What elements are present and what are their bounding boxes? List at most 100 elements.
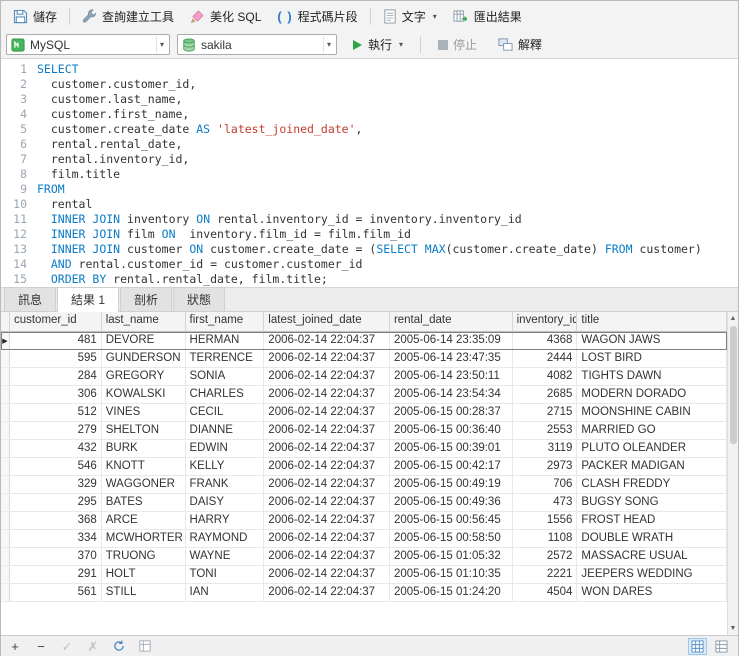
table-cell[interactable]: 370 — [10, 548, 102, 566]
table-cell[interactable]: 2006-02-14 22:04:37 — [264, 476, 390, 494]
table-cell[interactable]: PACKER MADIGAN — [577, 458, 727, 476]
sql-editor[interactable]: 1 2 3 4 5 6 7 8 9 10 11 12 13 14 15 SELECT customer.cu… — [1, 59, 738, 288]
table-cell[interactable]: 2553 — [512, 422, 578, 440]
column-header[interactable]: customer_id — [9, 312, 102, 332]
table-row[interactable]: ▶ 481 DEVORE HERMAN 2006-02-14 22:04:37 2005-… — [1, 332, 727, 350]
table-cell[interactable]: 2006-02-14 22:04:37 — [264, 350, 390, 368]
table-cell[interactable]: MODERN DORADO — [577, 386, 727, 404]
table-cell[interactable]: 473 — [512, 494, 578, 512]
table-cell[interactable]: 2006-02-14 22:04:37 — [264, 494, 390, 512]
table-cell[interactable]: 2006-02-14 22:04:37 — [264, 404, 390, 422]
table-cell[interactable]: 2006-02-14 22:04:37 — [264, 368, 390, 386]
beautify-sql-button[interactable]: 美化 SQL — [183, 5, 268, 28]
column-header[interactable]: title — [577, 312, 727, 332]
table-row[interactable]: 279 SHELTON DIANNE 2006-02-14 22:04:37 2005-… — [1, 422, 727, 440]
table-cell[interactable]: 512 — [10, 404, 102, 422]
table-cell[interactable]: MASSACRE USUAL — [577, 548, 727, 566]
table-cell[interactable]: 2444 — [512, 350, 578, 368]
table-cell[interactable]: 2005-06-14 23:35:09 — [389, 332, 513, 350]
export-result-button[interactable]: 匯出結果 — [446, 5, 529, 28]
table-cell[interactable]: STILL — [101, 584, 186, 602]
table-cell[interactable]: 279 — [10, 422, 102, 440]
table-cell[interactable]: 2006-02-14 22:04:37 — [264, 332, 390, 350]
table-cell[interactable]: 2221 — [512, 566, 578, 584]
stop-button[interactable]: 停止 — [431, 33, 484, 56]
table-cell[interactable]: DEVORE — [101, 332, 186, 350]
table-cell[interactable]: 4082 — [512, 368, 578, 386]
table-cell[interactable]: CECIL — [185, 404, 265, 422]
table-cell[interactable]: 2006-02-14 22:04:37 — [264, 530, 390, 548]
table-cell[interactable]: 595 — [10, 350, 102, 368]
column-header[interactable]: latest_joined_date — [264, 312, 390, 332]
table-cell[interactable]: 2006-02-14 22:04:37 — [264, 386, 390, 404]
table-cell[interactable]: 432 — [10, 440, 102, 458]
table-row[interactable]: 370 TRUONG WAYNE 2006-02-14 22:04:37 2005-06… — [1, 548, 727, 566]
table-cell[interactable]: VINES — [101, 404, 186, 422]
table-row[interactable]: 329 WAGGONER FRANK 2006-02-14 22:04:37 2005-… — [1, 476, 727, 494]
table-cell[interactable]: GREGORY — [101, 368, 186, 386]
table-row[interactable]: 306 KOWALSKI CHARLES 2006-02-14 22:04:37 200… — [1, 386, 727, 404]
table-cell[interactable]: 2005-06-15 00:56:45 — [389, 512, 513, 530]
table-cell[interactable]: LOST BIRD — [577, 350, 727, 368]
table-cell[interactable]: BUGSY SONG — [577, 494, 727, 512]
table-cell[interactable]: 2005-06-15 00:28:37 — [389, 404, 513, 422]
table-cell[interactable]: 2006-02-14 22:04:37 — [264, 566, 390, 584]
table-cell[interactable]: 1108 — [512, 530, 578, 548]
tab-result-1[interactable]: 結果 1 — [57, 287, 120, 312]
table-cell[interactable]: MARRIED GO — [577, 422, 727, 440]
form-view-button[interactable] — [712, 638, 731, 655]
table-cell[interactable]: WAGON JAWS — [577, 332, 727, 350]
table-cell[interactable]: 368 — [10, 512, 102, 530]
table-cell[interactable]: 4368 — [512, 332, 578, 350]
table-cell[interactable]: 2572 — [512, 548, 578, 566]
table-cell[interactable]: 546 — [10, 458, 102, 476]
scrollbar-thumb[interactable] — [729, 326, 737, 444]
apply-changes-icon[interactable]: ✓ — [60, 640, 74, 653]
table-cell[interactable]: IAN — [185, 584, 265, 602]
table-cell[interactable]: DAISY — [185, 494, 265, 512]
save-button[interactable]: 儲存 — [6, 5, 64, 28]
table-cell[interactable]: EDWIN — [185, 440, 265, 458]
table-cell[interactable]: 329 — [10, 476, 102, 494]
table-cell[interactable]: TIGHTS DAWN — [577, 368, 727, 386]
table-cell[interactable]: TRUONG — [101, 548, 186, 566]
table-cell[interactable]: 4504 — [512, 584, 578, 602]
table-cell[interactable]: FROST HEAD — [577, 512, 727, 530]
run-button[interactable]: 執行 ▾ — [344, 33, 410, 56]
scroll-up-icon[interactable]: ▲ — [730, 312, 737, 325]
table-cell[interactable]: BATES — [101, 494, 186, 512]
explain-button[interactable]: 解釋 — [491, 33, 549, 56]
table-cell[interactable]: HERMAN — [185, 332, 265, 350]
scroll-down-icon[interactable]: ▼ — [730, 622, 737, 635]
table-row[interactable]: 432 BURK EDWIN 2006-02-14 22:04:37 2005-06-1… — [1, 440, 727, 458]
table-row[interactable]: 546 KNOTT KELLY 2006-02-14 22:04:37 2005-06-… — [1, 458, 727, 476]
table-options-icon[interactable] — [138, 639, 152, 654]
code-snippet-button[interactable]: ( ) 程式碼片段 — [270, 5, 364, 28]
tab-profile[interactable]: 剖析 — [120, 287, 173, 311]
table-cell[interactable]: 2715 — [512, 404, 578, 422]
table-cell[interactable]: CLASH FREDDY — [577, 476, 727, 494]
table-row[interactable]: 295 BATES DAISY 2006-02-14 22:04:37 2005-06-… — [1, 494, 727, 512]
table-cell[interactable]: 306 — [10, 386, 102, 404]
table-cell[interactable]: 2005-06-15 01:24:20 — [389, 584, 513, 602]
tab-status[interactable]: 狀態 — [173, 287, 226, 311]
table-cell[interactable]: 2685 — [512, 386, 578, 404]
table-cell[interactable]: 2006-02-14 22:04:37 — [264, 440, 390, 458]
table-cell[interactable]: TONI — [185, 566, 265, 584]
table-cell[interactable]: KELLY — [185, 458, 265, 476]
table-cell[interactable]: 3119 — [512, 440, 578, 458]
table-cell[interactable]: GUNDERSON — [101, 350, 186, 368]
table-cell[interactable]: MCWHORTER — [101, 530, 186, 548]
table-cell[interactable]: 2005-06-15 00:58:50 — [389, 530, 513, 548]
table-row[interactable]: 512 VINES CECIL 2006-02-14 22:04:37 2005-06-… — [1, 404, 727, 422]
table-cell[interactable]: 2005-06-15 00:39:01 — [389, 440, 513, 458]
table-row[interactable]: 561 STILL IAN 2006-02-14 22:04:37 2005-06-15… — [1, 584, 727, 602]
table-cell[interactable]: MOONSHINE CABIN — [577, 404, 727, 422]
table-cell[interactable]: 284 — [10, 368, 102, 386]
tab-messages[interactable]: 訊息 — [4, 287, 57, 311]
editor-code[interactable]: SELECT customer.customer_id, customer.la… — [37, 62, 738, 287]
table-cell[interactable]: 2006-02-14 22:04:37 — [264, 458, 390, 476]
table-row[interactable]: 595 GUNDERSON TERRENCE 2006-02-14 22:04:37 2… — [1, 350, 727, 368]
table-cell[interactable]: WAGGONER — [101, 476, 186, 494]
table-cell[interactable]: KOWALSKI — [101, 386, 186, 404]
